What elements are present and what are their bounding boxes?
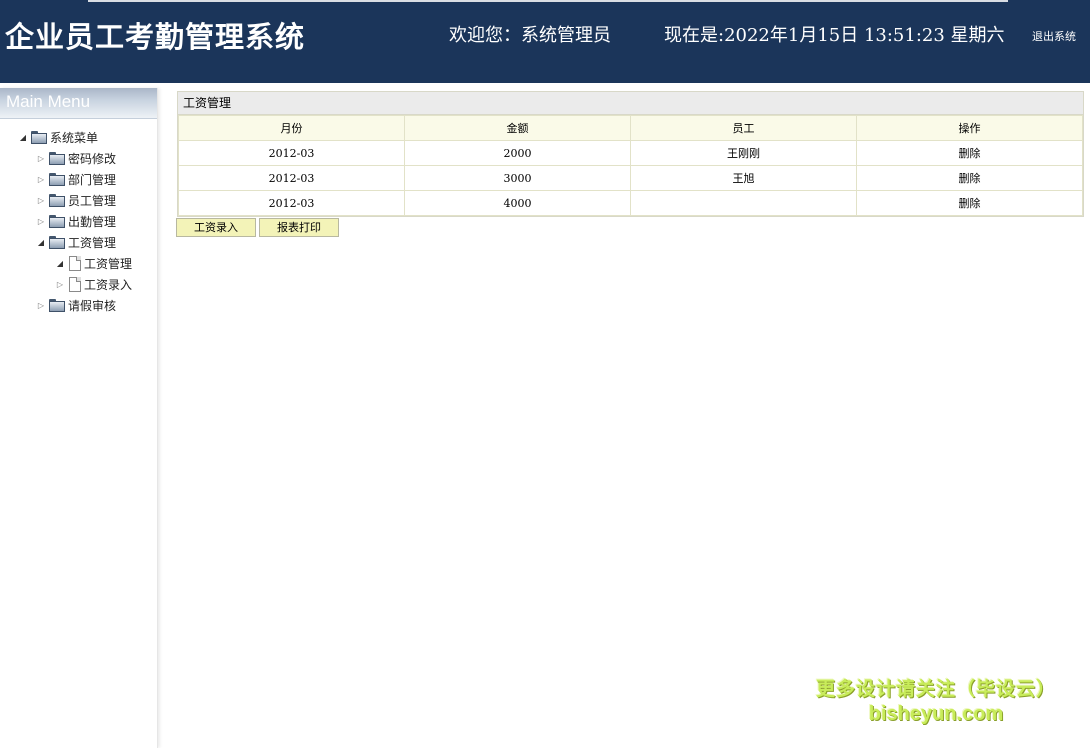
folder-icon (49, 152, 66, 165)
expand-arrow-icon[interactable]: ◢ (17, 133, 29, 142)
folder-icon (49, 299, 66, 312)
sidebar-item-employee[interactable]: ▷ 员工管理 (35, 191, 116, 210)
print-report-button[interactable]: 报表打印 (259, 218, 339, 237)
cell-month: 2012-03 (178, 165, 405, 191)
column-header-amount: 金额 (404, 115, 631, 141)
table-row: 2012-03 2000 王刚刚 删除 (178, 140, 1083, 166)
page-icon (69, 277, 81, 292)
folder-icon (49, 236, 66, 249)
cell-amount: 2000 (404, 140, 631, 166)
sidebar-item-label: 部门管理 (68, 173, 117, 187)
salary-entry-button[interactable]: 工资录入 (176, 218, 256, 237)
table-row: 2012-03 3000 王旭 删除 (178, 165, 1083, 191)
delete-link[interactable]: 删除 (856, 140, 1083, 166)
sidebar-item-label: 出勤管理 (68, 215, 117, 229)
collapse-arrow-icon[interactable]: ▷ (35, 154, 47, 163)
main-menu-heading: Main Menu (0, 88, 157, 119)
watermark-line-2: bisheyun.com (868, 703, 1004, 725)
watermark-line-1: 更多设计请关注（毕设云） (815, 678, 1056, 700)
current-datetime: 现在是:2022年1月15日 13:51:23 星期六 (664, 25, 1005, 46)
sidebar-item-label: 员工管理 (68, 194, 117, 208)
sidebar-item-password[interactable]: ▷ 密码修改 (35, 149, 116, 168)
sidebar-subitem-label: 工资管理 (84, 257, 133, 271)
sidebar: Main Menu ◢ 系统菜单 ▷ 密码修改 ▷ 部门管理 ▷ 员工管理 ▷ … (0, 88, 158, 748)
column-header-month: 月份 (178, 115, 405, 141)
salary-table: 月份 金额 员工 操作 2012-03 2000 王刚刚 删除 2012-03 … (178, 115, 1083, 216)
sidebar-subitem-salary-management[interactable]: ◢ 工资管理 (54, 254, 132, 273)
cell-employee: 王刚刚 (630, 140, 857, 166)
collapse-arrow-icon[interactable]: ▷ (54, 280, 66, 289)
cell-amount: 4000 (404, 190, 631, 216)
sidebar-item-salary[interactable]: ◢ 工资管理 (35, 233, 116, 252)
column-header-employee: 员工 (630, 115, 857, 141)
sidebar-item-attendance[interactable]: ▷ 出勤管理 (35, 212, 116, 231)
folder-icon (31, 131, 48, 144)
column-header-action: 操作 (856, 115, 1083, 141)
welcome-text: 欢迎您：系统管理员 (449, 25, 611, 46)
table-row: 2012-03 4000 删除 (178, 190, 1083, 216)
expand-arrow-icon[interactable]: ◢ (35, 238, 47, 247)
tree-root-system-menu[interactable]: ◢ 系统菜单 (17, 128, 98, 147)
app-header: 企业员工考勤管理系统 欢迎您：系统管理员 现在是:2022年1月15日 13:5… (0, 0, 1090, 83)
salary-panel: 工资管理 月份 金额 员工 操作 2012-03 2000 王刚刚 删除 201… (177, 91, 1084, 217)
delete-link[interactable]: 删除 (856, 165, 1083, 191)
folder-icon (49, 173, 66, 186)
logout-link[interactable]: 退出系统 (1032, 28, 1076, 44)
app-title: 企业员工考勤管理系统 (5, 20, 306, 54)
cell-month: 2012-03 (178, 140, 405, 166)
tree-root-label: 系统菜单 (50, 131, 99, 145)
expand-arrow-icon[interactable]: ◢ (54, 259, 66, 268)
header-top-line (88, 0, 1008, 2)
sidebar-item-label: 密码修改 (68, 152, 117, 166)
collapse-arrow-icon[interactable]: ▷ (35, 301, 47, 310)
table-header-row: 月份 金额 员工 操作 (178, 115, 1083, 141)
cell-amount: 3000 (404, 165, 631, 191)
cell-month: 2012-03 (178, 190, 405, 216)
sidebar-subitem-label: 工资录入 (84, 278, 133, 292)
collapse-arrow-icon[interactable]: ▷ (35, 196, 47, 205)
collapse-arrow-icon[interactable]: ▷ (35, 217, 47, 226)
sidebar-item-label: 请假审核 (68, 299, 117, 313)
folder-icon (49, 215, 66, 228)
sidebar-subitem-salary-entry[interactable]: ▷ 工资录入 (54, 275, 132, 294)
cell-employee (630, 190, 857, 216)
folder-icon (49, 194, 66, 207)
page-icon (69, 256, 81, 271)
sidebar-item-department[interactable]: ▷ 部门管理 (35, 170, 116, 189)
delete-link[interactable]: 删除 (856, 190, 1083, 216)
sidebar-item-label: 工资管理 (68, 236, 117, 250)
panel-title: 工资管理 (178, 92, 1083, 115)
watermark: 更多设计请关注（毕设云） bisheyun.com (808, 674, 1064, 726)
cell-employee: 王旭 (630, 165, 857, 191)
collapse-arrow-icon[interactable]: ▷ (35, 175, 47, 184)
sidebar-item-leave-review[interactable]: ▷ 请假审核 (35, 296, 116, 315)
